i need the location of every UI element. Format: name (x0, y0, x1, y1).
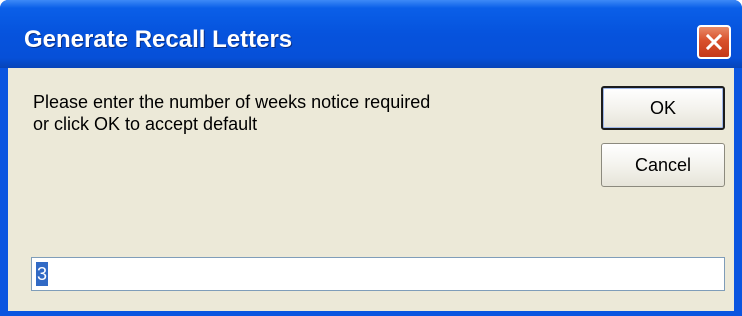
cancel-button[interactable]: Cancel (601, 143, 725, 187)
weeks-notice-input[interactable]: 3 (31, 257, 725, 291)
window-title: Generate Recall Letters (24, 26, 293, 53)
dialog-window: Generate Recall Letters Please enter the… (0, 0, 742, 316)
title-bar[interactable]: Generate Recall Letters (0, 0, 742, 68)
ok-button[interactable]: OK (601, 86, 725, 130)
prompt-line-1: Please enter the number of weeks notice … (33, 92, 431, 112)
prompt-message: Please enter the number of weeks notice … (33, 91, 430, 135)
input-selected-text: 3 (36, 262, 49, 286)
close-button[interactable] (697, 25, 731, 59)
prompt-line-2: or click OK to accept default (33, 114, 258, 134)
close-icon (705, 33, 723, 51)
dialog-body: Please enter the number of weeks notice … (8, 68, 734, 311)
